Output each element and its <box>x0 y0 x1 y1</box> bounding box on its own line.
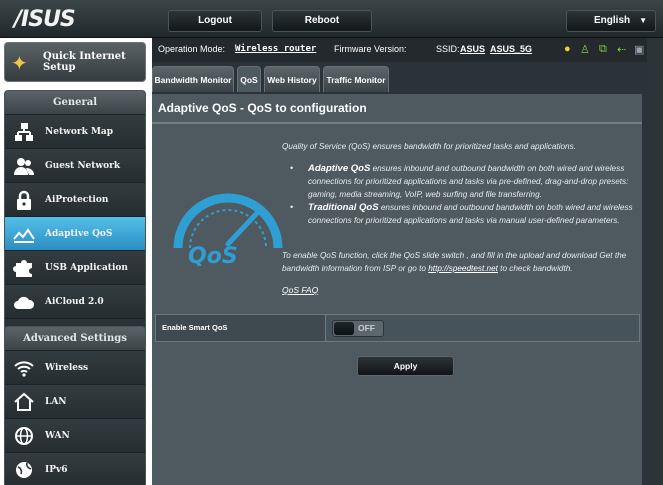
sidebar-item-ipv6[interactable]: IPv6 <box>5 453 145 485</box>
traditional-qos-heading: Traditional QoS <box>308 202 379 213</box>
asus-logo[interactable]: /ISUS <box>14 7 76 32</box>
sidebar-item-adaptive-qos[interactable]: Adaptive QoS <box>5 217 145 251</box>
ssid-label: SSID: <box>436 44 460 54</box>
lock-icon <box>13 189 35 211</box>
toggle-knob[interactable] <box>334 322 354 335</box>
sidebar-item-guest-network[interactable]: Guest Network <box>5 149 145 183</box>
sidebar-item-aiprotection[interactable]: AiProtection <box>5 183 145 217</box>
language-label: English <box>594 15 631 26</box>
smart-qos-toggle[interactable]: OFF <box>332 320 384 337</box>
enable-smart-qos-label: Enable Smart QoS <box>156 315 326 341</box>
sidebar-item-lan[interactable]: LAN <box>5 385 145 419</box>
ssid-5g-link[interactable]: ASUS_5G <box>490 44 532 54</box>
page-title: Adaptive QoS - QoS to configuration <box>158 101 367 115</box>
sidebar-item-label: Network Map <box>45 127 114 137</box>
guest-network-icon <box>13 155 35 177</box>
language-select[interactable]: English ▼ <box>566 10 656 32</box>
adaptive-qos-heading: Adaptive QoS <box>308 163 371 174</box>
network-map-icon <box>13 121 35 143</box>
qos-faq-link[interactable]: QoS FAQ <box>282 285 318 295</box>
quick-setup-label: Quick Internet Setup <box>43 51 126 73</box>
lightbulb-icon[interactable]: ● <box>564 43 571 55</box>
qos-feature-list: • Adaptive QoS ensures inbound and outbo… <box>290 162 636 227</box>
enable-smart-qos-row: Enable Smart QoS OFF <box>155 314 640 342</box>
sidebar-item-aicloud[interactable]: AiCloud 2.0 <box>5 285 145 319</box>
usb-storage-icon[interactable]: ⧉ <box>599 43 607 56</box>
tab-bar: Bandwidth Monitor QoS Web History Traffi… <box>152 66 647 92</box>
advanced-settings-heading: Advanced Settings <box>5 327 145 351</box>
list-item: • Traditional QoS ensures inbound and ou… <box>290 201 636 227</box>
sidebar-item-label: WAN <box>45 431 70 441</box>
sidebar-item-label: Adaptive QoS <box>45 229 113 239</box>
sidebar-item-label: AiProtection <box>45 195 109 205</box>
qos-logo-text: QoS <box>188 244 238 266</box>
adaptive-qos-icon <box>13 223 35 245</box>
clients-icon[interactable]: ♙ <box>580 43 590 56</box>
usb-icon[interactable]: ⇠ <box>617 43 626 56</box>
sidebar-item-label: IPv6 <box>45 465 68 475</box>
tab-bandwidth-monitor[interactable]: Bandwidth Monitor <box>152 66 234 92</box>
quick-internet-setup-button[interactable]: ✦ Quick Internet Setup <box>4 42 146 82</box>
speedtest-link[interactable]: http://speedtest.net <box>428 264 498 273</box>
enable-text-end: to check bandwidth. <box>497 264 573 273</box>
qos-intro-text: Quality of Service (QoS) ensures bandwid… <box>282 142 576 151</box>
enable-instructions: To enable QoS function, click the QoS sl… <box>282 249 640 275</box>
list-item: • Adaptive QoS ensures inbound and outbo… <box>290 162 636 201</box>
firmware-version-label: Firmware Version: <box>334 44 407 54</box>
ssid-2g-link[interactable]: ASUS <box>460 44 485 54</box>
sidebar-item-usb-application[interactable]: USB Application <box>5 251 145 285</box>
sidebar-item-label: LAN <box>45 397 67 407</box>
printer-icon[interactable]: ▣ <box>634 43 644 56</box>
wireless-icon <box>13 357 35 379</box>
puzzle-icon <box>13 257 35 279</box>
globe-icon <box>13 425 35 447</box>
sidebar-item-wireless[interactable]: Wireless <box>5 351 145 385</box>
logout-button[interactable]: Logout <box>168 10 262 32</box>
main-content: Operation Mode: Wireless router Firmware… <box>152 38 647 485</box>
apply-button[interactable]: Apply <box>357 356 454 376</box>
right-edge-strip <box>647 38 663 485</box>
qos-panel: Adaptive QoS - QoS to configuration QoS … <box>152 94 642 485</box>
toggle-state: OFF <box>358 323 375 333</box>
cloud-icon <box>13 291 35 313</box>
sidebar: ✦ Quick Internet Setup General Network M… <box>0 38 152 485</box>
sidebar-item-network-map[interactable]: Network Map <box>5 115 145 149</box>
tab-traffic-monitor[interactable]: Traffic Monitor <box>323 66 389 92</box>
status-bar: Operation Mode: Wireless router Firmware… <box>152 38 647 62</box>
tab-web-history[interactable]: Web History <box>264 66 320 92</box>
title-divider <box>152 122 642 124</box>
qos-speedometer-logo: QoS <box>173 193 283 266</box>
magic-wand-icon: ✦ <box>11 53 28 75</box>
bullet: • <box>290 163 294 173</box>
general-menu: General Network Map Guest Network AiProt… <box>4 90 146 362</box>
sidebar-item-label: AiCloud 2.0 <box>45 297 104 307</box>
house-icon <box>13 391 35 413</box>
general-heading: General <box>5 91 145 115</box>
top-bar: /ISUS Logout Reboot English ▼ <box>0 0 663 38</box>
ipv6-globe-icon <box>13 459 35 481</box>
reboot-button[interactable]: Reboot <box>272 10 372 32</box>
sidebar-item-wan[interactable]: WAN <box>5 419 145 453</box>
operation-mode-label: Operation Mode: <box>158 44 226 54</box>
sidebar-item-label: Guest Network <box>45 161 121 171</box>
sidebar-item-label: Wireless <box>45 363 89 373</box>
tab-qos[interactable]: QoS <box>237 66 261 92</box>
bullet: • <box>290 202 294 212</box>
operation-mode-link[interactable]: Wireless router <box>235 44 316 54</box>
sidebar-item-label: USB Application <box>45 263 128 273</box>
chevron-down-icon: ▼ <box>639 16 647 25</box>
advanced-settings-menu: Advanced Settings Wireless LAN WAN IPv6 <box>4 326 146 485</box>
